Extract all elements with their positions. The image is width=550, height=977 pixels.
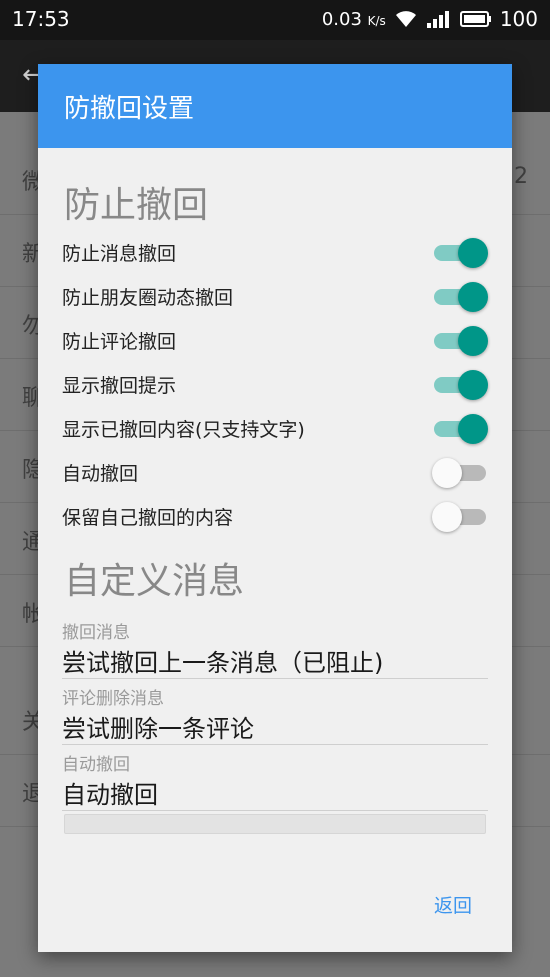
anti-recall-dialog: 防撤回设置 防止撤回 防止消息撤回 防止朋友圈动态撤回 防止评论撤回 显示撤回提… xyxy=(38,64,512,952)
extra-input-field[interactable] xyxy=(64,814,486,834)
dialog-header: 防撤回设置 xyxy=(38,64,512,148)
toggle-label: 防止朋友圈动态撤回 xyxy=(62,287,234,309)
comment-delete-message-input[interactable] xyxy=(62,712,488,740)
toggle-row-auto-recall[interactable]: 自动撤回 xyxy=(38,450,512,494)
toggle-switch[interactable] xyxy=(432,458,488,488)
toggle-switch[interactable] xyxy=(432,238,488,268)
toggle-row-show-recalled-content[interactable]: 显示已撤回内容(只支持文字) xyxy=(38,406,512,450)
switch-thumb xyxy=(458,282,488,312)
toggle-label: 显示已撤回内容(只支持文字) xyxy=(62,419,305,441)
section-title-prevent-recall: 防止撤回 xyxy=(64,185,209,226)
toggle-row-show-recall-hint[interactable]: 显示撤回提示 xyxy=(38,362,512,406)
toggle-switch[interactable] xyxy=(432,370,488,400)
back-button[interactable]: 返回 xyxy=(434,891,472,918)
signal-icon xyxy=(426,9,452,29)
dialog-title: 防撤回设置 xyxy=(64,94,195,124)
toggle-row-prevent-comment-recall[interactable]: 防止评论撤回 xyxy=(38,318,512,362)
section-title-custom-message: 自定义消息 xyxy=(64,561,245,602)
switch-thumb xyxy=(458,370,488,400)
toggle-row-prevent-message-recall[interactable]: 防止消息撤回 xyxy=(38,230,512,274)
battery-level: 100 xyxy=(499,7,538,31)
field-label-auto-recall: 自动撤回 xyxy=(62,755,130,775)
toggle-row-prevent-moments-recall[interactable]: 防止朋友圈动态撤回 xyxy=(38,274,512,318)
network-speed: 0.03 K/s xyxy=(321,8,386,30)
field-underline xyxy=(62,810,488,811)
switch-thumb xyxy=(458,326,488,356)
toggle-label: 防止评论撤回 xyxy=(62,331,177,353)
switch-thumb xyxy=(432,458,462,488)
toggle-label: 自动撤回 xyxy=(62,463,139,485)
status-bar: 17:53 0.03 K/s 100 xyxy=(0,0,550,40)
toggle-switch[interactable] xyxy=(432,326,488,356)
switch-thumb xyxy=(458,238,488,268)
toggle-switch[interactable] xyxy=(432,282,488,312)
toggle-row-keep-own-recalled[interactable]: 保留自己撤回的内容 xyxy=(38,494,512,538)
field-underline xyxy=(62,678,488,679)
toggle-label: 防止消息撤回 xyxy=(62,243,177,265)
toggle-label: 显示撤回提示 xyxy=(62,375,177,397)
switch-thumb xyxy=(458,414,488,444)
switch-thumb xyxy=(432,502,462,532)
status-icons: 0.03 K/s 100 xyxy=(322,7,538,31)
wifi-icon xyxy=(394,9,418,29)
field-label-comment-delete-message: 评论删除消息 xyxy=(62,689,164,709)
status-time: 17:53 xyxy=(12,7,70,31)
field-underline xyxy=(62,744,488,745)
auto-recall-input[interactable] xyxy=(62,778,488,806)
toggle-switch[interactable] xyxy=(432,414,488,444)
toggle-label: 保留自己撤回的内容 xyxy=(62,507,234,529)
field-label-recall-message: 撤回消息 xyxy=(62,623,130,643)
toggle-switch[interactable] xyxy=(432,502,488,532)
recall-message-input[interactable] xyxy=(62,646,488,674)
battery-icon xyxy=(459,9,492,29)
